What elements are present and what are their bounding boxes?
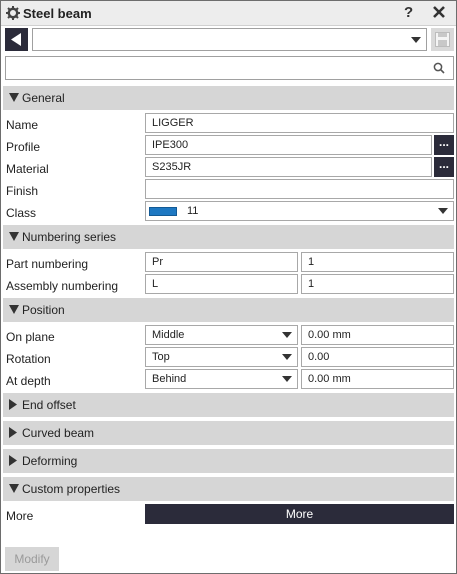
assembly-start-field[interactable]: 1 (301, 274, 454, 294)
profile-field[interactable]: IPE300 (145, 135, 432, 155)
more-button[interactable]: More (145, 504, 454, 524)
back-button[interactable] (5, 28, 28, 51)
close-icon[interactable] (431, 4, 447, 20)
at-depth-offset-field[interactable]: 0.00 mm (301, 369, 454, 389)
rotation-offset-field[interactable]: 0.00 (301, 347, 454, 367)
class-value: 11 (187, 205, 199, 217)
chevron-down-icon (282, 354, 292, 360)
section-custom-properties-label: Custom properties (22, 482, 121, 496)
name-label: Name (6, 118, 39, 132)
collapsed-arrow-icon (9, 427, 17, 438)
help-button[interactable]: ? (404, 4, 413, 21)
expanded-arrow-icon (9, 305, 19, 314)
profile-browse-button[interactable]: ... (434, 135, 454, 155)
rotation-dropdown[interactable]: Top (145, 347, 298, 367)
section-general[interactable]: General (3, 86, 454, 110)
chevron-down-icon (282, 376, 292, 382)
part-numbering-label: Part numbering (6, 257, 89, 271)
expanded-arrow-icon (9, 232, 19, 241)
at-depth-value: Behind (152, 373, 187, 385)
section-custom-properties[interactable]: Custom properties (3, 477, 454, 501)
save-icon (435, 32, 450, 47)
search-input[interactable] (5, 56, 454, 80)
section-curved-beam-label: Curved beam (22, 426, 95, 440)
part-prefix-field[interactable]: Pr (145, 252, 298, 272)
rotation-label: Rotation (6, 352, 51, 366)
material-browse-button[interactable]: ... (434, 157, 454, 177)
gear-icon (6, 6, 20, 20)
on-plane-offset-field[interactable]: 0.00 mm (301, 325, 454, 345)
class-color-swatch (149, 207, 177, 216)
material-field[interactable]: S235JR (145, 157, 432, 177)
collapsed-arrow-icon (9, 455, 17, 466)
steel-beam-dialog: Steel beam ? General Name LIGGER Profile… (0, 0, 457, 574)
section-end-offset[interactable]: End offset (3, 393, 454, 417)
section-numbering[interactable]: Numbering series (3, 225, 454, 249)
class-dropdown[interactable]: 11 (145, 201, 454, 221)
assembly-numbering-label: Assembly numbering (6, 279, 119, 293)
search-icon (433, 62, 445, 74)
section-numbering-label: Numbering series (22, 230, 117, 244)
section-deforming-label: Deforming (22, 454, 78, 468)
section-position[interactable]: Position (3, 298, 454, 322)
section-position-label: Position (22, 303, 65, 317)
material-label: Material (6, 162, 49, 176)
assembly-prefix-field[interactable]: L (145, 274, 298, 294)
chevron-down-icon (282, 332, 292, 338)
class-label: Class (6, 206, 37, 220)
section-general-label: General (22, 91, 65, 105)
finish-label: Finish (6, 184, 39, 198)
finish-field[interactable] (145, 179, 454, 199)
section-curved-beam[interactable]: Curved beam (3, 421, 454, 445)
on-plane-dropdown[interactable]: Middle (145, 325, 298, 345)
preset-dropdown[interactable] (32, 28, 427, 51)
save-button[interactable] (431, 28, 454, 51)
on-plane-value: Middle (152, 329, 185, 341)
profile-label: Profile (6, 140, 41, 154)
on-plane-label: On plane (6, 330, 55, 344)
expanded-arrow-icon (9, 484, 19, 493)
section-deforming[interactable]: Deforming (3, 449, 454, 473)
chevron-down-icon (438, 208, 448, 214)
section-end-offset-label: End offset (22, 398, 76, 412)
name-field[interactable]: LIGGER (145, 113, 454, 133)
back-arrow-icon (11, 33, 21, 46)
title-bar: Steel beam ? (1, 1, 456, 26)
modify-button[interactable]: Modify (5, 547, 59, 571)
expanded-arrow-icon (9, 93, 19, 102)
rotation-value: Top (152, 351, 170, 363)
part-start-field[interactable]: 1 (301, 252, 454, 272)
at-depth-label: At depth (6, 374, 51, 388)
collapsed-arrow-icon (9, 399, 17, 410)
chevron-down-icon (411, 37, 421, 43)
at-depth-dropdown[interactable]: Behind (145, 369, 298, 389)
more-label: More (6, 509, 34, 523)
dialog-title: Steel beam (23, 6, 92, 21)
